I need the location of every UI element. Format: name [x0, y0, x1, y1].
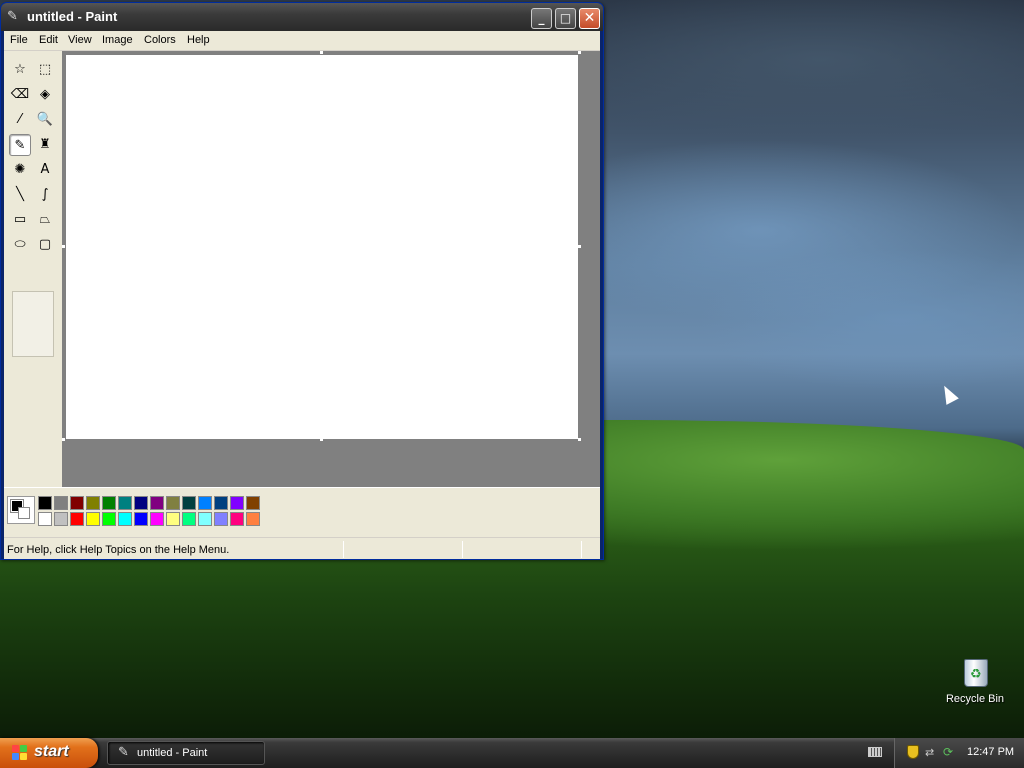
- color-swatch[interactable]: [134, 496, 148, 510]
- menu-image[interactable]: Image: [102, 34, 133, 46]
- windows-logo-icon: [12, 745, 28, 761]
- tool-brush-icon[interactable]: ♜: [34, 134, 56, 156]
- color-swatch[interactable]: [166, 496, 180, 510]
- network-icon[interactable]: ⇄: [925, 746, 934, 759]
- tool-select-icon[interactable]: ⬚: [34, 59, 56, 81]
- tool-magnifier-icon[interactable]: 🔍: [34, 109, 56, 131]
- security-shield-icon[interactable]: [907, 745, 919, 759]
- tool-line-icon[interactable]: ╲: [9, 184, 31, 206]
- tool-ellipse-icon[interactable]: ⬭: [9, 234, 31, 256]
- tool-pick-color-icon[interactable]: ⁄: [9, 109, 31, 131]
- status-divider: [581, 541, 582, 558]
- color-swatch[interactable]: [54, 512, 68, 526]
- tool-eraser-icon[interactable]: ⌫: [9, 84, 31, 106]
- color-swatch[interactable]: [150, 512, 164, 526]
- menu-bar: File Edit View Image Colors Help: [4, 31, 600, 51]
- color-swatch[interactable]: [230, 512, 244, 526]
- menu-help[interactable]: Help: [187, 34, 210, 46]
- menu-edit[interactable]: Edit: [39, 34, 58, 46]
- color-swatch[interactable]: [70, 496, 84, 510]
- recycle-bin-icon: ♻: [960, 655, 990, 689]
- recycle-bin-label: Recycle Bin: [945, 693, 1005, 705]
- toolbox: ☆ ⬚ ⌫ ◈ ⁄ 🔍 ✎ ♜ ✺ A ╲ ∫ ▭ ⏢ ⬭ ▢: [4, 51, 60, 489]
- paint-app-icon: ✎: [118, 745, 129, 760]
- color-swatch[interactable]: [182, 512, 196, 526]
- canvas-resize-handle[interactable]: [320, 51, 323, 54]
- canvas-resize-handle[interactable]: [62, 438, 65, 441]
- menu-view[interactable]: View: [68, 34, 92, 46]
- canvas-scroll-area[interactable]: [62, 51, 600, 487]
- color-swatch[interactable]: [38, 512, 52, 526]
- status-divider: [343, 541, 344, 558]
- color-palette: [4, 487, 600, 537]
- tool-rectangle-icon[interactable]: ▭: [9, 209, 31, 231]
- menu-file[interactable]: File: [10, 34, 28, 46]
- color-swatch[interactable]: [198, 496, 212, 510]
- menu-colors[interactable]: Colors: [144, 34, 176, 46]
- tool-airbrush-icon[interactable]: ✺: [9, 159, 31, 181]
- color-swatch[interactable]: [246, 512, 260, 526]
- background-color: [18, 507, 30, 519]
- tool-free-form-select-icon[interactable]: ☆: [9, 59, 31, 81]
- color-swatch[interactable]: [86, 496, 100, 510]
- paint-client-area: File Edit View Image Colors Help ☆ ⬚ ⌫ ◈ ⁄ 🔍 ✎…: [4, 31, 600, 559]
- drawing-canvas[interactable]: [66, 55, 578, 439]
- color-swatch[interactable]: [118, 496, 132, 510]
- color-swatch[interactable]: [246, 496, 260, 510]
- taskbar: start ✎ untitled - Paint ⇄ ⟳ 12:47 PM: [0, 738, 1024, 768]
- color-swatch[interactable]: [198, 512, 212, 526]
- start-label: start: [34, 743, 69, 760]
- clock[interactable]: 12:47 PM: [967, 746, 1014, 758]
- color-swatch[interactable]: [182, 496, 196, 510]
- canvas-resize-handle[interactable]: [578, 51, 581, 54]
- tool-rounded-rectangle-icon[interactable]: ▢: [34, 234, 56, 256]
- color-swatch[interactable]: [102, 496, 116, 510]
- tool-options-box[interactable]: [12, 291, 54, 357]
- taskbar-item-label: untitled - Paint: [137, 747, 208, 759]
- minimize-button[interactable]: _: [531, 8, 552, 29]
- color-swatch[interactable]: [214, 512, 228, 526]
- taskbar-item-paint[interactable]: ✎ untitled - Paint: [107, 741, 265, 765]
- color-swatch[interactable]: [102, 512, 116, 526]
- canvas-resize-handle[interactable]: [578, 245, 581, 248]
- recycle-bin[interactable]: ♻ Recycle Bin: [940, 655, 1010, 715]
- tool-curve-icon[interactable]: ∫: [34, 184, 56, 206]
- color-swatch[interactable]: [38, 496, 52, 510]
- canvas-resize-handle[interactable]: [320, 438, 323, 441]
- window-title: untitled - Paint: [27, 9, 118, 24]
- color-swatch[interactable]: [70, 512, 84, 526]
- system-tray: ⇄ ⟳ 12:47 PM: [894, 738, 1024, 768]
- paint-window: ✎ untitled - Paint _ □ ✕ File Edit View …: [0, 2, 604, 560]
- status-help-text: For Help, click Help Topics on the Help …: [7, 544, 230, 556]
- current-colors: [7, 496, 35, 524]
- start-button[interactable]: start: [0, 738, 98, 768]
- tool-text-icon[interactable]: A: [34, 159, 56, 181]
- color-swatch[interactable]: [230, 496, 244, 510]
- paint-app-icon: ✎: [7, 9, 18, 24]
- color-swatch[interactable]: [134, 512, 148, 526]
- canvas-resize-handle[interactable]: [62, 245, 65, 248]
- maximize-button[interactable]: □: [555, 8, 576, 29]
- color-swatch[interactable]: [86, 512, 100, 526]
- status-bar: For Help, click Help Topics on the Help …: [4, 537, 600, 559]
- close-button[interactable]: ✕: [579, 8, 600, 29]
- tool-fill-with-color-icon[interactable]: ◈: [34, 84, 56, 106]
- keyboard-icon[interactable]: [868, 747, 882, 757]
- color-swatch[interactable]: [118, 512, 132, 526]
- status-divider: [462, 541, 463, 558]
- color-swatch[interactable]: [150, 496, 164, 510]
- title-bar[interactable]: ✎ untitled - Paint _ □ ✕: [1, 3, 603, 31]
- tool-polygon-icon[interactable]: ⏢: [34, 209, 56, 231]
- mouse-cursor: [938, 382, 959, 405]
- update-icon[interactable]: ⟳: [943, 745, 953, 759]
- tool-pencil-icon[interactable]: ✎: [9, 134, 31, 156]
- color-swatch[interactable]: [54, 496, 68, 510]
- canvas-resize-handle[interactable]: [578, 438, 581, 441]
- color-swatch[interactable]: [214, 496, 228, 510]
- color-swatch[interactable]: [166, 512, 180, 526]
- desktop: ✎ untitled - Paint _ □ ✕ File Edit View …: [0, 0, 1024, 738]
